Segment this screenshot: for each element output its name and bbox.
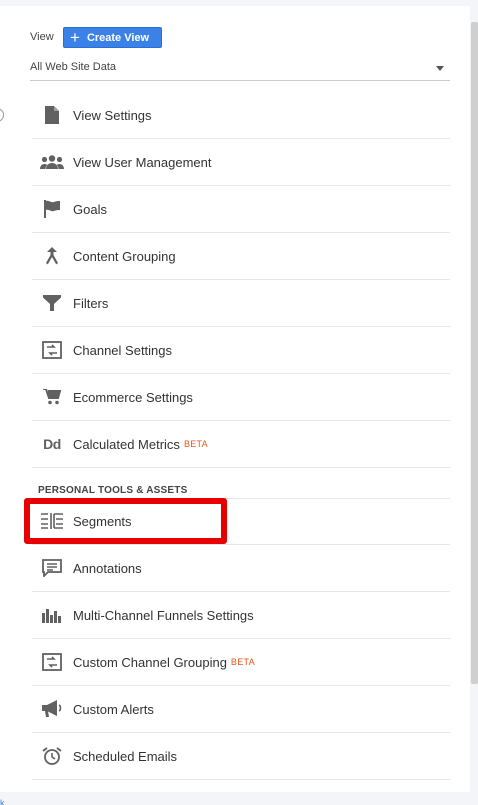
- menu-item-calculated-metrics[interactable]: Dd Calculated Metrics BETA: [32, 421, 450, 468]
- menu-item-label: Ecommerce Settings: [73, 389, 193, 405]
- flag-icon: [32, 200, 72, 218]
- menu-item-label: View User Management: [73, 154, 212, 170]
- footer-link-fragment[interactable]: k: [0, 798, 5, 805]
- create-view-label: Create View: [86, 31, 150, 44]
- dd-glyph: Dd: [43, 436, 61, 452]
- beta-badge: BETA: [183, 439, 208, 449]
- menu-item-label: Content Grouping: [73, 248, 176, 264]
- menu-item-ecommerce-settings[interactable]: Ecommerce Settings: [32, 374, 450, 421]
- scrollbar[interactable]: [471, 22, 478, 684]
- create-view-button[interactable]: + Create View: [63, 27, 162, 48]
- filter-icon: [32, 295, 72, 311]
- menu-item-label: Calculated Metrics: [73, 436, 180, 452]
- channel-icon: [32, 653, 72, 671]
- menu-item-custom-channel-grouping[interactable]: Custom Channel Grouping BETA: [32, 639, 450, 686]
- users-icon: [32, 155, 72, 169]
- chevron-down-icon: [436, 66, 444, 71]
- menu-item-view-settings[interactable]: View Settings: [32, 92, 450, 139]
- menu-item-label: Filters: [73, 295, 109, 311]
- menu-item-scheduled-emails[interactable]: Scheduled Emails: [32, 733, 450, 780]
- megaphone-icon: [32, 700, 72, 718]
- menu-item-content-grouping[interactable]: Content Grouping: [32, 233, 450, 280]
- view-label: View: [30, 31, 54, 43]
- document-icon: [32, 106, 72, 124]
- segments-highlight-box: [24, 498, 227, 544]
- menu-item-label: Scheduled Emails: [73, 748, 178, 764]
- menu-item-channel-settings[interactable]: Channel Settings: [32, 327, 450, 374]
- menu-item-label: Channel Settings: [73, 342, 173, 358]
- view-select-value: All Web Site Data: [30, 61, 117, 73]
- plus-icon: +: [70, 27, 80, 47]
- bar-chart-icon: [32, 607, 72, 623]
- dd-icon: Dd: [32, 436, 72, 452]
- beta-badge: BETA: [230, 657, 255, 667]
- menu-item-custom-alerts[interactable]: Custom Alerts: [32, 686, 450, 733]
- merge-icon: [32, 247, 72, 265]
- menu-item-label: Annotations: [73, 560, 142, 576]
- alarm-clock-icon: [32, 747, 72, 765]
- cart-icon: [32, 389, 72, 405]
- view-select[interactable]: All Web Site Data: [30, 59, 450, 81]
- menu-item-label: Custom Alerts: [73, 701, 154, 717]
- menu-item-label: View Settings: [73, 107, 152, 123]
- annotation-icon: [32, 559, 72, 577]
- channel-icon: [32, 341, 72, 359]
- menu-item-filters[interactable]: Filters: [32, 280, 450, 327]
- menu-item-multi-channel-funnels-settings[interactable]: Multi-Channel Funnels Settings: [32, 592, 450, 639]
- menu-item-view-user-management[interactable]: View User Management: [32, 139, 450, 186]
- menu-item-label: Custom Channel Grouping: [73, 654, 227, 670]
- menu-item-label: Goals: [73, 201, 107, 217]
- menu-item-annotations[interactable]: Annotations: [32, 545, 450, 592]
- section-heading: PERSONAL TOOLS & ASSETS: [38, 485, 188, 496]
- menu-item-label: Multi-Channel Funnels Settings: [73, 607, 254, 623]
- menu-item-goals[interactable]: Goals: [32, 186, 450, 233]
